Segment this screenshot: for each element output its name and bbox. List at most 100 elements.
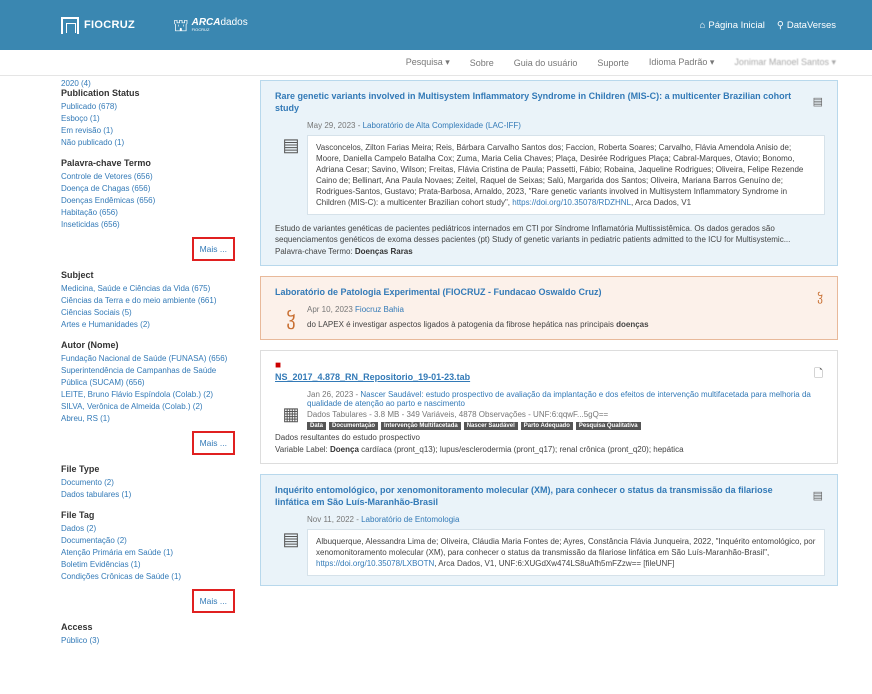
facet-item[interactable]: Superintendência de Campanhas de Saúde P…	[61, 365, 241, 389]
facet-item[interactable]: LEITE, Bruno Flávio Espíndola (Colab.) (…	[61, 389, 241, 401]
facet-item[interactable]: Doenças Endêmicas (656)	[61, 195, 241, 207]
facet-item[interactable]: 2020 (4)	[61, 79, 91, 88]
facet-group: Palavra-chave Termo Controle de Vetores (…	[61, 158, 241, 261]
result-meta: Apr 10, 2023 Fiocruz Bahia	[307, 305, 825, 314]
document-icon: ▤	[282, 135, 300, 155]
home-label: Página Inicial	[708, 19, 765, 31]
facet-group: Subject Medicina, Saúde e Ciências da Vid…	[61, 270, 241, 331]
result-citation: Vasconcelos, Zilton Farias Meira; Reis, …	[307, 135, 825, 215]
result-title[interactable]: Laboratório de Patologia Experimental	[275, 287, 440, 297]
result-title[interactable]: Inquérito entomológico, por xenomonitora…	[275, 484, 825, 508]
file-info: Dados Tabulares - 3.8 MB - 349 Variáveis…	[307, 410, 609, 419]
facet-item[interactable]: Esboço (1)	[61, 113, 241, 125]
home-link[interactable]: ⌂ Página Inicial	[700, 20, 765, 31]
facet-item[interactable]: Abreu, RS (1)	[61, 413, 241, 425]
facet-item[interactable]: Ciências Sociais (5)	[61, 307, 241, 319]
facet-item[interactable]: Controle de Vetores (656)	[61, 171, 241, 183]
dataverses-link[interactable]: ⚲ DataVerses	[777, 20, 836, 31]
dataverse-large-icon: ჴ	[286, 309, 296, 329]
facet-title: Access	[61, 622, 93, 632]
nav-user-guide[interactable]: Guia do usuário	[514, 58, 578, 68]
citation-tail: , Arca Dados, V1, UNF:6:XUGdXw474LS8uAfh…	[434, 559, 675, 568]
result-card-dataset: Inquérito entomológico, por xenomonitora…	[260, 474, 838, 586]
facet-item[interactable]: Doença de Chagas (656)	[61, 183, 241, 195]
citation-tail: , Arca Dados, V1	[630, 198, 692, 207]
result-source-link[interactable]: Nascer Saudável: estudo prospectivo de a…	[307, 390, 811, 408]
fiocruz-logo[interactable]: FIOCRUZ	[61, 16, 135, 34]
facet-group: Publication Status Publicado (678) Esboço …	[61, 88, 241, 149]
facet-item[interactable]: Ciências da Terra e do meio ambiente (66…	[61, 295, 241, 307]
citation-text: Albuquerque, Alessandra Lima de; Oliveir…	[316, 537, 816, 557]
result-meta: May 29, 2023 - Laboratório de Alta Compl…	[307, 121, 825, 130]
nav-user-menu[interactable]: Jonimar Manoel Santos ▾	[734, 57, 836, 68]
file-tag-badge: Documentação	[329, 422, 379, 430]
facet-item[interactable]: Dados (2)	[61, 523, 241, 535]
arca-dados-logo[interactable]: ⛫ ARCAdados FIOCRUZ	[173, 17, 248, 34]
description-highlight: doenças	[616, 320, 649, 329]
result-description: Dados resultantes do estudo prospectivo	[275, 433, 420, 442]
facet-group: Access Público (3)	[61, 622, 241, 647]
lock-icon: ■	[275, 360, 282, 371]
result-title[interactable]: NS_2017_4.878_RN_Repositorio_19-01-23.ta…	[275, 371, 825, 383]
result-source-link[interactable]: Laboratório de Entomologia	[361, 515, 459, 524]
result-citation: Albuquerque, Alessandra Lima de; Oliveir…	[307, 529, 825, 576]
search-results: Rare genetic variants involved in Multis…	[260, 80, 838, 596]
doi-link[interactable]: https://doi.org/10.35078/RDZHNL	[512, 198, 631, 207]
arca-sub-text: FIOCRUZ	[191, 27, 210, 32]
facet-item[interactable]: SILVA, Verônica de Almeida (Colab.) (2)	[61, 401, 241, 413]
result-card-dataset: Rare genetic variants involved in Multis…	[260, 80, 838, 266]
dataset-icon: ▤	[812, 96, 823, 108]
facet-more-button[interactable]: Mais ...	[191, 237, 235, 261]
facet-item[interactable]: Fundação Nacional de Saúde (FUNASA) (656…	[61, 353, 241, 365]
facet-item[interactable]: Em revisão (1)	[61, 125, 241, 137]
facet-title: Subject	[61, 270, 94, 280]
facet-item[interactable]: Habitação (656)	[61, 207, 241, 219]
variable-rest: cardíaca (pront_q13); lupus/esclerodermi…	[358, 445, 684, 454]
facet-item[interactable]: Não publicado (1)	[61, 137, 241, 149]
tabular-file-icon: ▦	[282, 404, 300, 424]
facet-item[interactable]: Público (3)	[61, 635, 241, 647]
result-meta: Jan 26, 2023 - Nascer Saudável: estudo p…	[307, 390, 825, 408]
dataverses-label: DataVerses	[786, 19, 836, 31]
result-title[interactable]: Rare genetic variants involved in Multis…	[275, 90, 825, 114]
facet-sidebar: 2020 (4) Publication Status Publicado (67…	[61, 79, 241, 656]
facet-item[interactable]: Documento (2)	[61, 477, 241, 489]
result-card-file: ■ NS_2017_4.878_RN_Repositorio_19-01-23.…	[260, 350, 838, 464]
facet-item[interactable]: Dados tabulares (1)	[61, 489, 241, 501]
facet-title: File Tag	[61, 510, 95, 520]
fiocruz-logo-icon	[61, 16, 79, 34]
result-title-suffix: (FIOCRUZ - Fundacao Oswaldo Cruz)	[440, 287, 602, 297]
facet-item[interactable]: Inseticidas (656)	[61, 219, 241, 231]
nav-about[interactable]: Sobre	[470, 58, 494, 68]
facet-item[interactable]: Medicina, Saúde e Ciências da Vida (675)	[61, 283, 241, 295]
description-text: do LAPEX é investigar aspectos ligados à…	[307, 320, 617, 329]
doi-link[interactable]: https://doi.org/10.35078/LXBOTN	[316, 559, 434, 568]
result-description: do LAPEX é investigar aspectos ligados à…	[307, 319, 825, 330]
facet-group: File Tag Dados (2) Documentação (2) Atenção…	[61, 510, 241, 613]
keyword-value: Doenças Raras	[354, 247, 413, 256]
facet-more-button[interactable]: Mais ...	[191, 431, 235, 455]
result-date: Apr 10, 2023	[307, 305, 356, 314]
dataverses-icon: ⚲	[776, 19, 784, 31]
result-source-link[interactable]: Laboratório de Alta Complexidade (LAC-IF…	[363, 121, 521, 130]
nav-search[interactable]: Pesquisa ▾	[406, 57, 450, 68]
facet-item[interactable]: Publicado (678)	[61, 101, 241, 113]
file-tag-badge: Data	[307, 422, 327, 430]
main-navbar: Pesquisa ▾ Sobre Guia do usuário Suporte…	[0, 50, 872, 76]
variable-highlight: Doença	[330, 445, 359, 454]
facet-item[interactable]: Boletim Evidências (1)	[61, 559, 241, 571]
facet-more-button[interactable]: Mais ...	[191, 589, 235, 613]
facet-item[interactable]: Documentação (2)	[61, 535, 241, 547]
facet-item[interactable]: Atenção Primária em Saúde (1)	[61, 547, 241, 559]
nav-language[interactable]: Idioma Padrão ▾	[649, 57, 715, 68]
facet-item[interactable]: Artes e Humanidades (2)	[61, 319, 241, 331]
variable-label-prefix: Variable Label:	[275, 445, 330, 454]
dataverse-icon: ჴ	[817, 292, 823, 304]
facet-group: Autor (Nome) Fundação Nacional de Saúde (…	[61, 340, 241, 455]
file-tag-badge: Pesquisa Qualitativa	[575, 422, 641, 430]
facet-item[interactable]: Condições Crônicas de Saúde (1)	[61, 571, 241, 583]
facet-title: Autor (Nome)	[61, 340, 119, 350]
nav-support[interactable]: Suporte	[597, 58, 629, 68]
result-source-link[interactable]: Fiocruz Bahia	[355, 305, 404, 314]
arca-dados-text: dados	[220, 17, 248, 28]
